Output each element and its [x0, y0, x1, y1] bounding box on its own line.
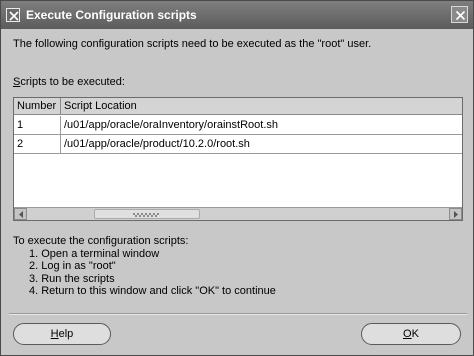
help-label-rest: elp [58, 328, 74, 340]
horizontal-scrollbar[interactable] [14, 207, 462, 220]
scripts-label-rest: cripts to be executed: [20, 76, 125, 88]
close-icon[interactable] [451, 6, 468, 23]
column-header-script-location[interactable]: Script Location [61, 98, 462, 114]
arrow-right-icon[interactable] [449, 208, 462, 220]
row-number: 1 [14, 116, 61, 134]
help-mnemonic: H [50, 328, 59, 340]
instruction-step: 4. Return to this window and click "OK" … [29, 285, 276, 297]
scripts-label: Scripts to be executed: [13, 76, 125, 88]
table-row[interactable]: 1 /u01/app/oracle/oraInventory/orainstRo… [14, 116, 462, 135]
instruction-step: 2. Log in as "root" [29, 260, 116, 272]
instruction-step: 1. Open a terminal window [29, 247, 160, 260]
scrollbar-thumb[interactable] [94, 209, 200, 219]
instruction-step: 3. Run the scripts [29, 272, 115, 285]
ok-label-rest: K [411, 328, 419, 340]
scripts-table[interactable]: Number Script Location 1 /u01/app/oracle… [13, 97, 463, 221]
column-header-number[interactable]: Number [14, 98, 61, 114]
arrow-left-icon[interactable] [14, 208, 27, 220]
row-number: 2 [14, 135, 61, 153]
window-menu-icon[interactable] [6, 8, 20, 22]
help-button[interactable]: Help [13, 323, 111, 345]
table-header: Number Script Location [14, 98, 462, 115]
instructions: To execute the configuration scripts: 1.… [13, 235, 276, 298]
row-script-location: /u01/app/oracle/oraInventory/orainstRoot… [64, 119, 279, 131]
table-row[interactable]: 2 /u01/app/oracle/product/10.2.0/root.sh [14, 135, 462, 154]
row-script-location: /u01/app/oracle/product/10.2.0/root.sh [64, 138, 250, 150]
instructions-heading: To execute the configuration scripts: [13, 235, 189, 247]
ok-button[interactable]: OK [361, 323, 461, 345]
title-bar[interactable]: Execute Configuration scripts [1, 1, 473, 29]
divider [9, 313, 467, 315]
window-title: Execute Configuration scripts [26, 8, 197, 22]
execute-config-dialog: Execute Configuration scripts The follow… [0, 0, 474, 356]
ok-mnemonic: O [403, 328, 412, 340]
intro-text: The following configuration scripts need… [13, 38, 372, 50]
